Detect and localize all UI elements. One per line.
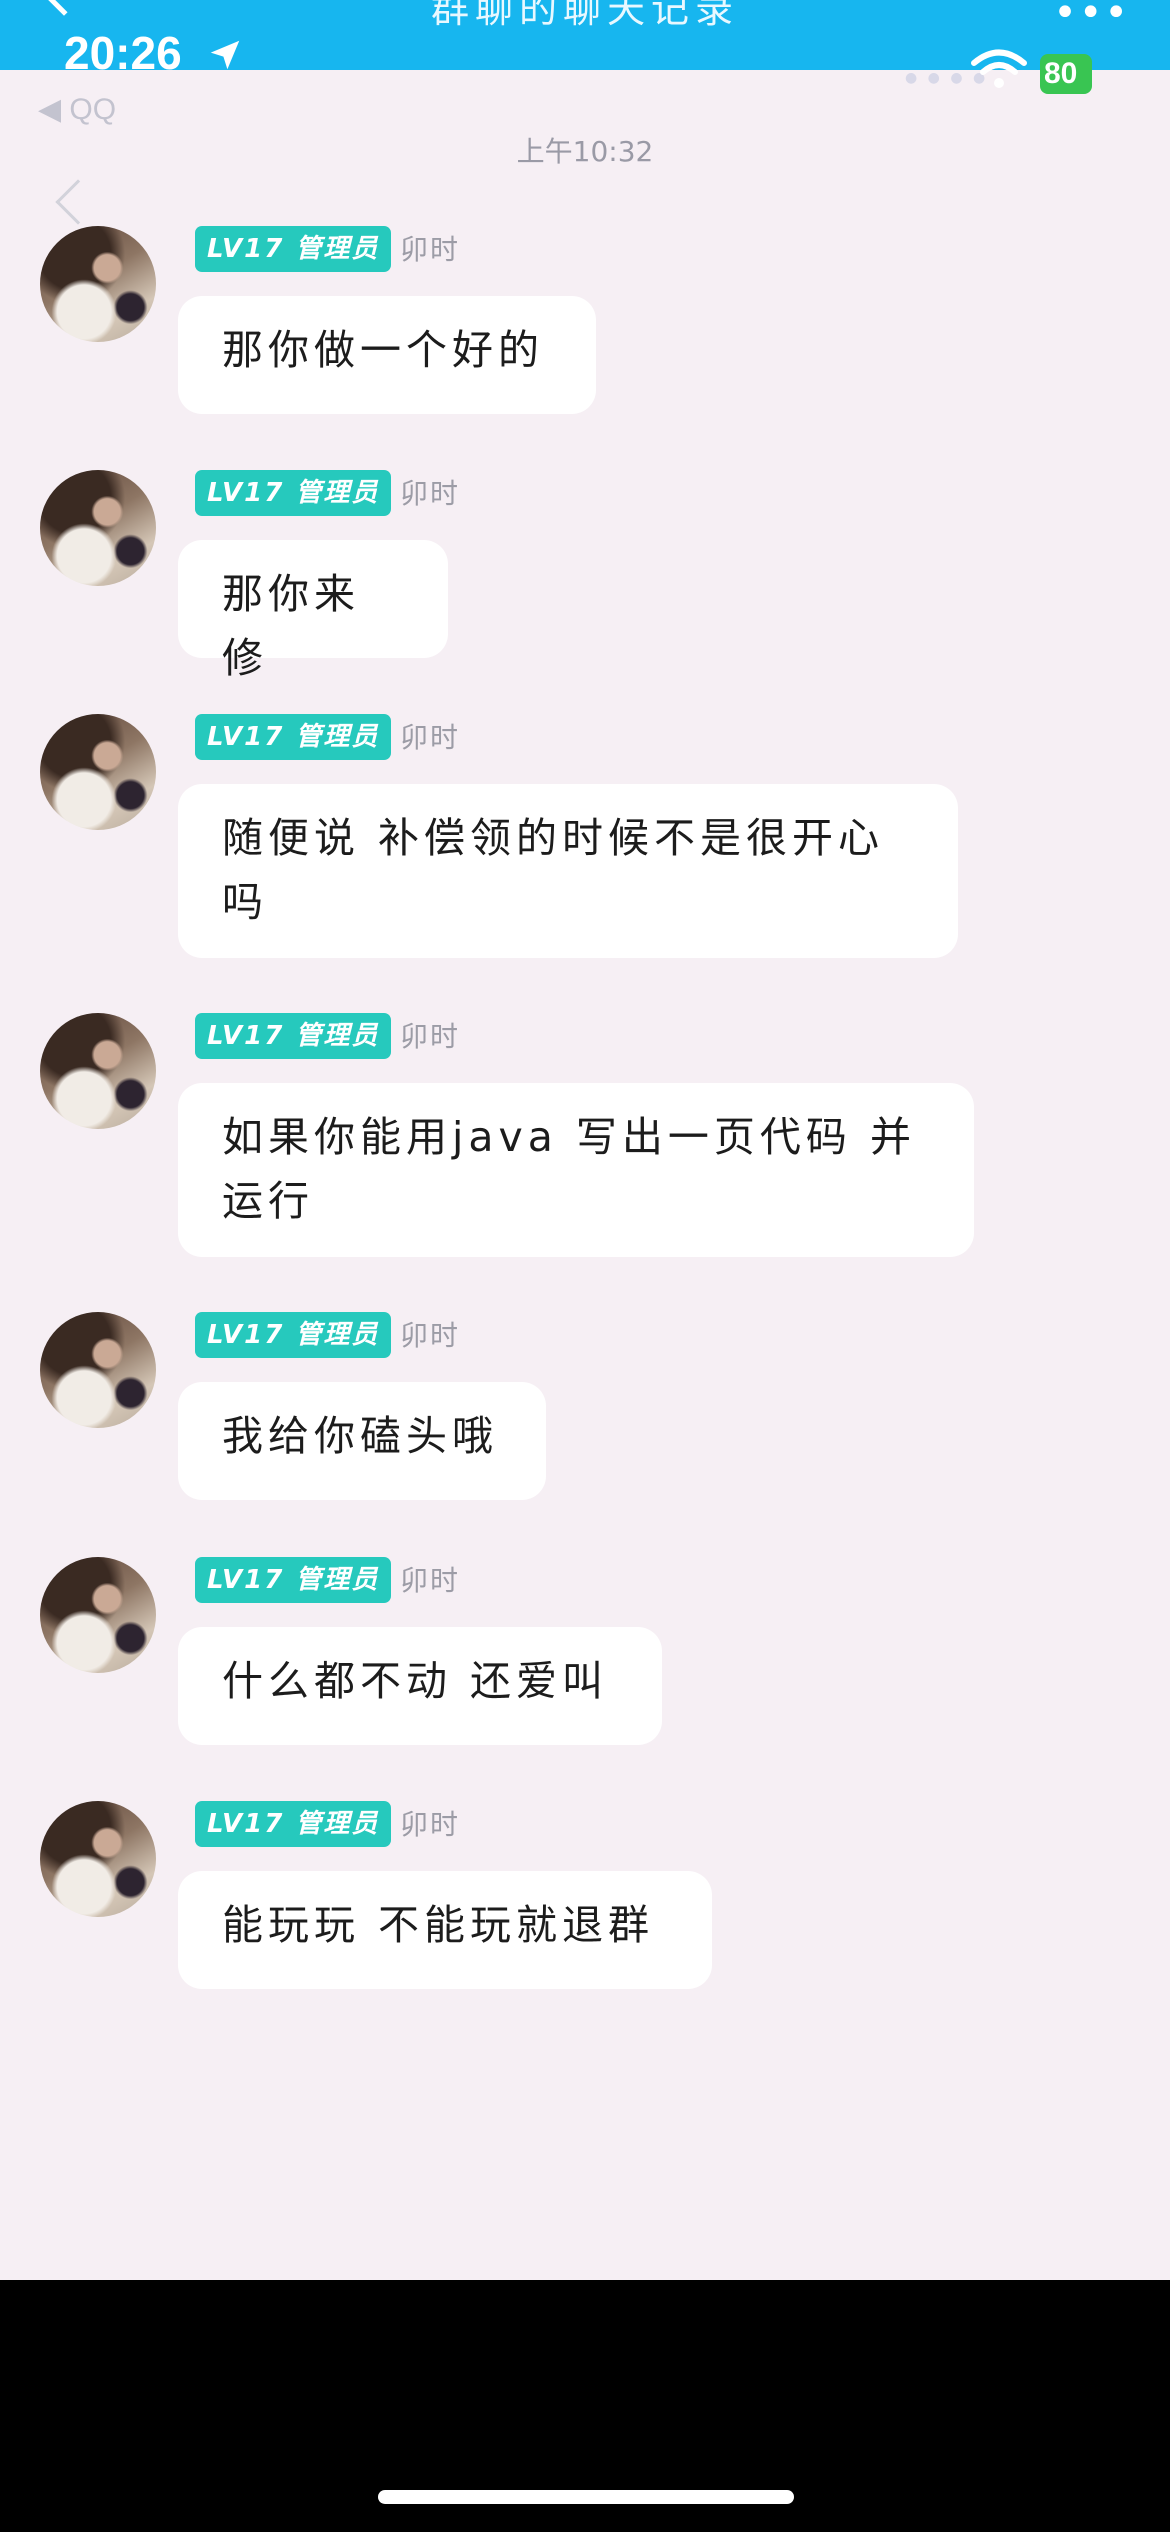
time-divider: 上午10:32 [516, 135, 654, 168]
status-time: 20:26 [64, 27, 182, 79]
message-bubble[interactable]: 那你来修 [178, 540, 448, 682]
location-arrow-icon [210, 40, 240, 70]
avatar[interactable] [40, 1557, 156, 1673]
level-badge: LV17 管理员 [195, 1312, 391, 1358]
battery-indicator: 80 [1040, 54, 1092, 94]
message-bubble[interactable]: 什么都不动 还爱叫 [178, 1627, 662, 1745]
message-row: LV17 管理员 卯时 那你来修 [0, 470, 1170, 682]
message-row: LV17 管理员 卯时 我给你磕头哦 [0, 1312, 1170, 1502]
message-bubble[interactable]: 我给你磕头哦 [178, 1382, 546, 1500]
avatar[interactable] [40, 1801, 156, 1917]
sender-title: 卯时 [400, 233, 461, 266]
message-row: LV17 管理员 卯时 那你做一个好的 [0, 226, 1170, 416]
level-badge: LV17 管理员 [195, 470, 391, 516]
sender-title: 卯时 [400, 1564, 461, 1597]
sender-title: 卯时 [400, 1020, 461, 1053]
message-bubble[interactable]: 那你做一个好的 [178, 296, 596, 414]
message-bubble[interactable]: 能玩玩 不能玩就退群 [178, 1871, 712, 1989]
avatar[interactable] [40, 226, 156, 342]
sender-title: 卯时 [400, 1319, 461, 1352]
message-row: LV17 管理员 卯时 随便说 补偿领的时候不是很开心吗 [0, 714, 1170, 964]
avatar[interactable] [40, 1312, 156, 1428]
sender-title: 卯时 [400, 721, 461, 754]
avatar[interactable] [40, 714, 156, 830]
sender-title: 卯时 [400, 477, 461, 510]
level-badge: LV17 管理员 [195, 226, 391, 272]
message-row: LV17 管理员 卯时 能玩玩 不能玩就退群 [0, 1801, 1170, 1991]
level-badge: LV17 管理员 [195, 1013, 391, 1059]
level-badge: LV17 管理员 [195, 1801, 391, 1847]
message-row: LV17 管理员 卯时 如果你能用java 写出一页代码 并运行 [0, 1013, 1170, 1263]
message-bubble[interactable]: 如果你能用java 写出一页代码 并运行 [178, 1083, 974, 1257]
more-icon[interactable]: ••• [1053, 0, 1130, 36]
avatar[interactable] [40, 470, 156, 586]
avatar[interactable] [40, 1013, 156, 1129]
level-badge: LV17 管理员 [195, 1557, 391, 1603]
nav-back-icon[interactable] [55, 179, 101, 225]
message-bubble[interactable]: 随便说 补偿领的时候不是很开心吗 [178, 784, 958, 958]
back-to-qq-link[interactable]: ◀ QQ [38, 92, 116, 127]
wifi-icon [971, 49, 1027, 88]
message-row: LV17 管理员 卯时 什么都不动 还爱叫 [0, 1557, 1170, 1747]
home-indicator[interactable] [378, 2490, 794, 2504]
sender-title: 卯时 [400, 1808, 461, 1841]
level-badge: LV17 管理员 [195, 714, 391, 760]
